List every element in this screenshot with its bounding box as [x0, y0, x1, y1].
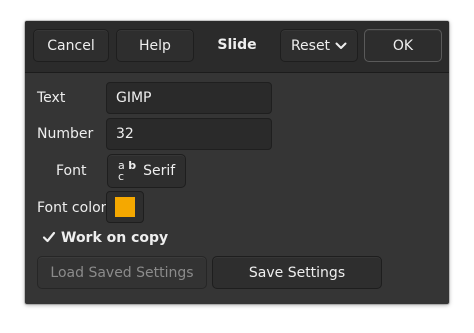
slide-dialog: Cancel Help Slide Reset OK Text GIMP Num… [25, 21, 449, 304]
text-input[interactable]: GIMP [106, 82, 272, 114]
font-label: Font [56, 163, 87, 179]
load-saved-settings-label: Load Saved Settings [50, 264, 194, 281]
reset-button[interactable]: Reset [280, 29, 358, 62]
font-color-label: Font color [37, 200, 107, 216]
help-button-label: Help [139, 37, 171, 54]
cancel-button-label: Cancel [47, 37, 95, 54]
header-bar: Cancel Help Slide Reset OK [25, 21, 449, 73]
number-label: Number [37, 126, 94, 142]
help-button[interactable]: Help [116, 29, 194, 62]
font-icon: a b c [118, 158, 137, 183]
load-saved-settings-button[interactable]: Load Saved Settings [37, 256, 207, 289]
dialog-title: Slide [217, 37, 257, 53]
save-settings-button[interactable]: Save Settings [212, 256, 382, 289]
reset-button-label: Reset [290, 37, 331, 54]
work-on-copy-label[interactable]: Work on copy [61, 229, 168, 247]
font-icon-c: c [118, 169, 125, 183]
ok-button-label: OK [392, 37, 414, 54]
color-swatch [115, 197, 135, 217]
font-picker-button[interactable]: a b c Serif [107, 154, 186, 188]
checkbox-check-icon[interactable] [42, 230, 56, 244]
chevron-down-icon [335, 42, 347, 49]
font-value: Serif [143, 163, 176, 179]
cancel-button[interactable]: Cancel [33, 29, 109, 62]
number-input[interactable]: 32 [106, 118, 272, 150]
ok-button[interactable]: OK [364, 29, 442, 62]
font-icon-b: b [128, 158, 137, 172]
text-label: Text [37, 90, 66, 106]
save-settings-label: Save Settings [248, 264, 346, 281]
font-color-button[interactable] [106, 191, 144, 223]
